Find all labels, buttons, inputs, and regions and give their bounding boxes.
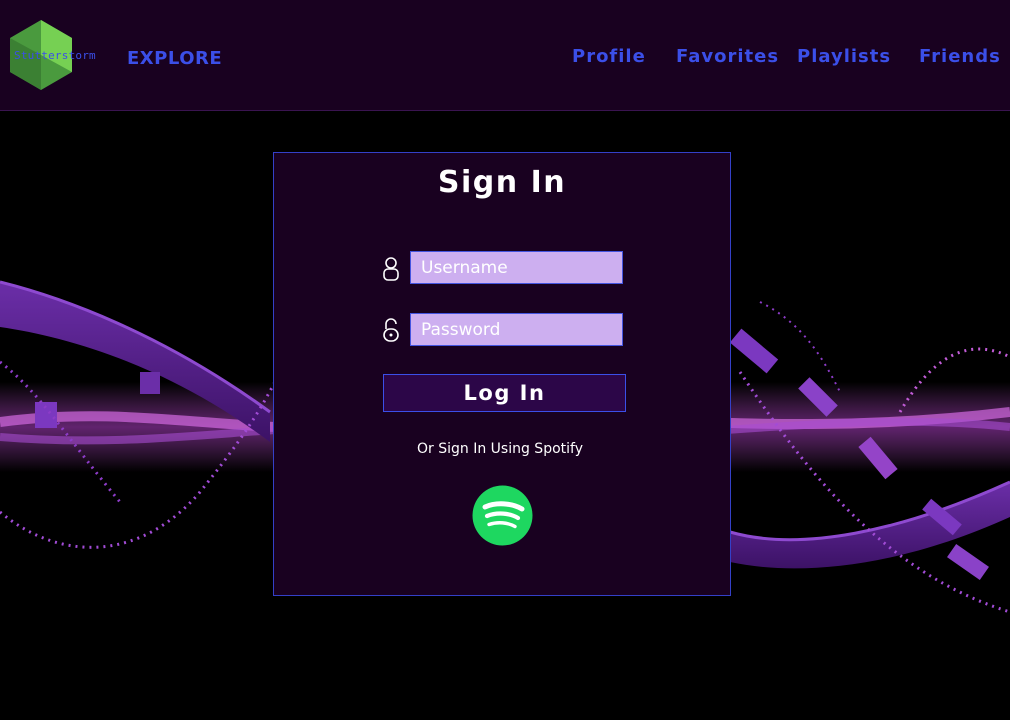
signin-title: Sign In — [437, 165, 567, 200]
nav-profile[interactable]: Profile — [572, 46, 646, 67]
username-input[interactable] — [410, 251, 623, 284]
explore-link[interactable]: EXPLORE — [127, 48, 222, 69]
spotify-login-button[interactable] — [472, 485, 533, 546]
password-input[interactable] — [410, 313, 623, 346]
nav-playlists[interactable]: Playlists — [797, 46, 891, 67]
top-navbar: Stutterstorm EXPLORE Profile Favorites P… — [0, 0, 1010, 111]
login-button[interactable]: Log In — [383, 374, 626, 412]
user-icon — [383, 257, 399, 281]
spotify-icon — [472, 485, 533, 546]
spotify-signin-text: Or Sign In Using Spotify — [417, 441, 583, 457]
nav-favorites[interactable]: Favorites — [676, 46, 779, 67]
nav-friends[interactable]: Friends — [919, 46, 1001, 67]
signin-card: Sign In Log In Or Sign In Using Spotify — [273, 152, 731, 596]
logo-text: Stutterstorm — [14, 49, 96, 62]
unlock-icon — [383, 318, 399, 342]
